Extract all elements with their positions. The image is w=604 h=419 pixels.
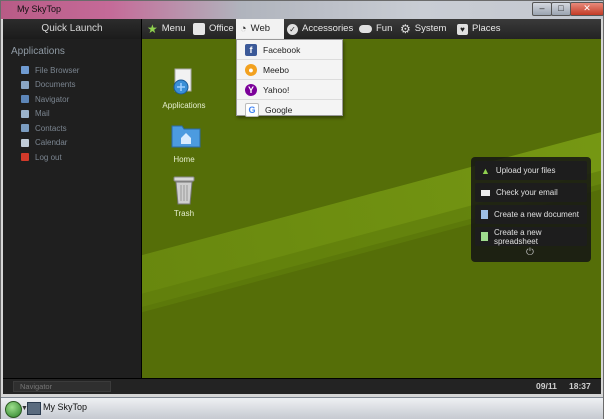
web-menu-label: Facebook bbox=[263, 44, 301, 55]
taskbar-item-label[interactable]: My SkyTop bbox=[43, 402, 87, 412]
sidebar-list: File Browser Documents Navigator Mail Co… bbox=[21, 63, 79, 165]
menu-label: System bbox=[414, 23, 447, 34]
menu-web[interactable]: ◔ Web bbox=[236, 19, 284, 39]
sidebar-item-mail[interactable]: Mail bbox=[21, 107, 79, 122]
heart-icon: ♥ bbox=[457, 23, 468, 35]
logout-icon bbox=[21, 153, 29, 162]
app-window: My SkyTop – □ ✕ Quick Launch ★ Menu Offi… bbox=[0, 0, 604, 419]
time-display: 18:37 bbox=[569, 381, 591, 391]
meebo-icon: ● bbox=[245, 63, 257, 76]
skytop-app: Quick Launch ★ Menu Office ◔ Web ✓ Acces… bbox=[3, 19, 601, 394]
spreadsheet-icon bbox=[481, 232, 488, 241]
quick-action-label: Create a new spreadsheet bbox=[493, 227, 542, 246]
calendar-icon bbox=[21, 138, 29, 147]
menu-label: Menu bbox=[161, 23, 186, 34]
quick-actions-panel: ▲ Upload your files Check your email Cre… bbox=[471, 157, 591, 262]
menu-label: Web bbox=[250, 23, 271, 34]
sidebar-item-label: Contacts bbox=[35, 123, 67, 133]
minimize-button[interactable]: – bbox=[532, 2, 552, 16]
window-title: My SkyTop bbox=[17, 4, 62, 14]
navigator-icon bbox=[21, 95, 29, 104]
quick-action-label: Create a new document bbox=[494, 210, 579, 219]
sidebar-item-documents[interactable]: Documents bbox=[21, 78, 79, 93]
web-menu-item-meebo[interactable]: ● Meebo bbox=[237, 60, 342, 80]
check-icon: ✓ bbox=[287, 23, 298, 35]
window-icon bbox=[27, 402, 41, 415]
top-menu-bar: Quick Launch ★ Menu Office ◔ Web ✓ Acces… bbox=[3, 19, 601, 39]
google-icon: G bbox=[245, 102, 259, 117]
desktop-icon-label: Trash bbox=[173, 209, 195, 218]
title-bar[interactable]: My SkyTop – □ ✕ bbox=[1, 1, 604, 19]
navigator-input[interactable] bbox=[13, 381, 111, 392]
mail-icon bbox=[21, 109, 29, 118]
sidebar-heading: Applications bbox=[11, 46, 65, 57]
upload-files-button[interactable]: ▲ Upload your files bbox=[475, 161, 587, 180]
web-menu-label: Meebo bbox=[263, 64, 289, 75]
rss-icon: ◔ bbox=[240, 23, 247, 35]
contacts-icon bbox=[21, 124, 29, 133]
web-dropdown-menu: f Facebook ● Meebo Y Yahoo! G Google bbox=[236, 39, 343, 119]
web-menu-label: Yahoo! bbox=[263, 84, 290, 95]
maximize-button[interactable]: □ bbox=[551, 2, 571, 16]
sidebar-item-log-out[interactable]: Log out bbox=[21, 150, 79, 165]
sidebar-item-label: Navigator bbox=[35, 94, 70, 104]
desktop-area: Applications Home Trash ▲ Upload your fi… bbox=[142, 39, 601, 379]
menu-menu[interactable]: ★ Menu bbox=[143, 19, 186, 39]
menu-label: Fun bbox=[376, 23, 393, 34]
facebook-icon: f bbox=[245, 43, 257, 56]
quick-action-label: Check your email bbox=[496, 188, 558, 197]
menu-fun[interactable]: Fun bbox=[355, 19, 392, 39]
sidebar-item-label: File Browser bbox=[35, 65, 80, 75]
document-icon bbox=[481, 210, 488, 219]
yahoo-icon: Y bbox=[245, 83, 257, 96]
sidebar-item-file-browser[interactable]: File Browser bbox=[21, 63, 79, 78]
sidebar-item-label: Log out bbox=[35, 152, 62, 162]
home-folder-icon bbox=[171, 121, 201, 151]
desktop-icon-label: Home bbox=[173, 155, 195, 164]
web-menu-item-facebook[interactable]: f Facebook bbox=[237, 40, 342, 60]
star-icon: ★ bbox=[147, 22, 158, 36]
documents-icon bbox=[21, 80, 29, 89]
menu-label: Office bbox=[209, 23, 234, 34]
bottom-status-bar: 09/11 18:37 bbox=[3, 378, 601, 394]
web-menu-item-yahoo[interactable]: Y Yahoo! bbox=[237, 80, 342, 100]
start-button[interactable] bbox=[5, 401, 22, 418]
new-spreadsheet-button[interactable]: Create a new spreadsheet bbox=[475, 227, 587, 246]
menu-system[interactable]: ⚙ System bbox=[396, 19, 446, 39]
sidebar-item-label: Calendar bbox=[35, 138, 68, 148]
sidebar-item-calendar[interactable]: Calendar bbox=[21, 136, 79, 151]
folder-icon bbox=[21, 66, 29, 75]
new-document-button[interactable]: Create a new document bbox=[475, 205, 587, 224]
web-menu-label: Google bbox=[265, 104, 293, 115]
desktop-icon-label: Applications bbox=[162, 101, 206, 110]
taskbar: ▼ My SkyTop bbox=[1, 397, 603, 419]
close-button[interactable]: ✕ bbox=[570, 2, 604, 16]
check-email-button[interactable]: Check your email bbox=[475, 183, 587, 202]
sidebar-item-contacts[interactable]: Contacts bbox=[21, 121, 79, 136]
desktop-icon-trash[interactable]: Trash bbox=[154, 175, 214, 218]
power-icon[interactable]: ⏻ bbox=[525, 248, 535, 258]
quick-launch-label[interactable]: Quick Launch bbox=[3, 19, 142, 39]
web-menu-item-google[interactable]: G Google bbox=[237, 100, 342, 119]
sidebar-item-navigator[interactable]: Navigator bbox=[21, 92, 79, 107]
briefcase-icon bbox=[193, 23, 205, 35]
upload-icon: ▲ bbox=[481, 165, 490, 176]
applications-icon bbox=[171, 67, 197, 97]
gamepad-icon bbox=[359, 25, 372, 33]
sidebar-item-label: Documents bbox=[35, 80, 76, 90]
date-display: 09/11 bbox=[536, 381, 557, 391]
gear-icon: ⚙ bbox=[400, 22, 411, 36]
email-icon bbox=[481, 189, 490, 196]
menu-label: Places bbox=[472, 23, 501, 34]
desktop-icon-home[interactable]: Home bbox=[154, 121, 214, 164]
sidebar-item-label: Mail bbox=[35, 109, 50, 119]
menu-label: Accessories bbox=[302, 23, 354, 34]
menu-places[interactable]: ♥ Places bbox=[453, 19, 501, 39]
menu-accessories[interactable]: ✓ Accessories bbox=[283, 19, 353, 39]
desktop-icon-applications[interactable]: Applications bbox=[154, 67, 214, 110]
menu-office[interactable]: Office bbox=[189, 19, 234, 39]
sidebar: Applications File Browser Documents Navi… bbox=[3, 39, 142, 379]
trash-icon bbox=[171, 175, 197, 205]
quick-action-label: Upload your files bbox=[495, 166, 556, 175]
